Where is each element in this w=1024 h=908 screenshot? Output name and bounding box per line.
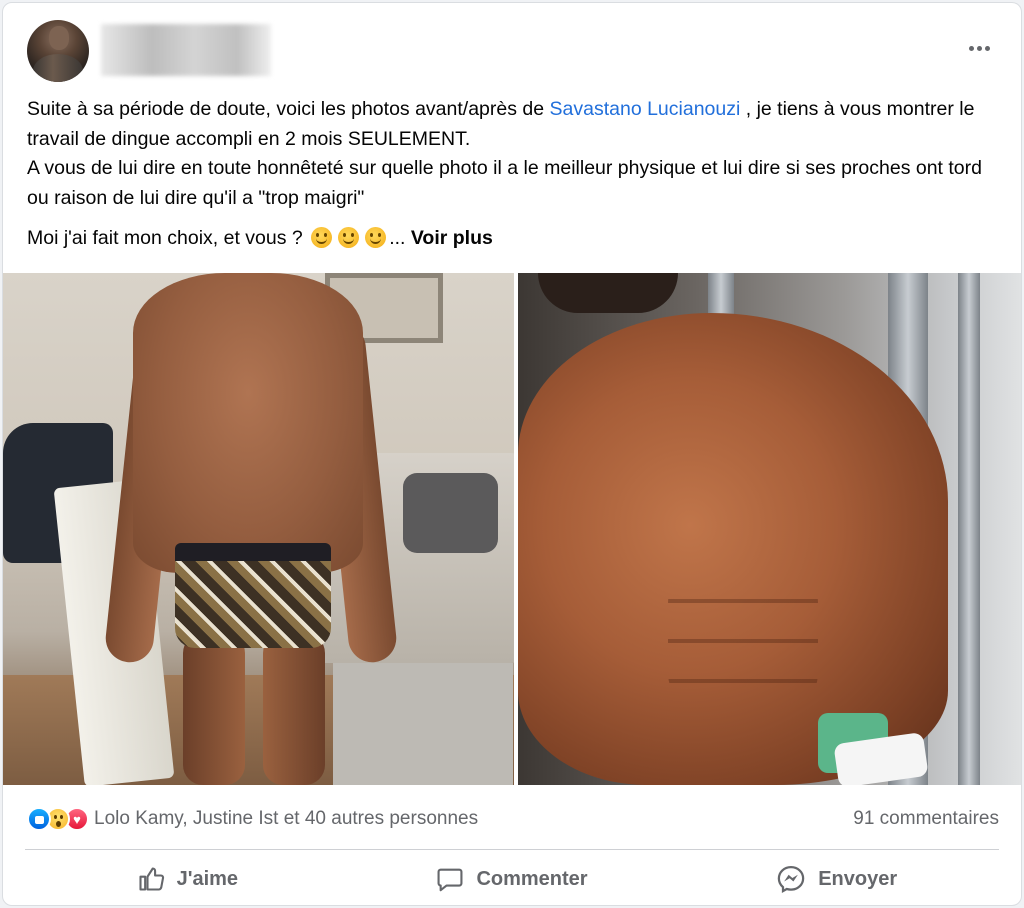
gym-bar xyxy=(958,273,980,785)
after-photo[interactable] xyxy=(518,273,1021,785)
beard xyxy=(538,273,678,313)
post-text-question: A vous de lui dire en toute honnêteté su… xyxy=(27,157,982,209)
avatar-shoulders xyxy=(33,54,83,82)
reactions-summary[interactable]: Lolo Kamy, Justine Ist et 40 autres pers… xyxy=(27,807,478,831)
action-bar: J'aime Commenter Envoyer xyxy=(25,855,999,903)
post-paragraph-1: Suite à sa période de doute, voici les p… xyxy=(27,95,999,213)
comments-count[interactable]: 91 commentaires xyxy=(853,808,999,830)
post-paragraph-2: Moi j'ai fait mon choix, et vous ? ... V… xyxy=(27,224,999,254)
more-dot-icon xyxy=(984,45,990,51)
post-text: Suite à sa période de doute, voici les p… xyxy=(27,95,999,254)
like-button[interactable]: J'aime xyxy=(25,855,350,903)
photo-grid xyxy=(3,273,1021,785)
post-card: Suite à sa période de doute, voici les p… xyxy=(2,2,1022,906)
abs xyxy=(668,563,818,713)
smile-emoji-icon xyxy=(311,227,333,248)
comment-button[interactable]: Commenter xyxy=(350,855,675,903)
smile-emoji-icon xyxy=(338,227,360,248)
avatar-head xyxy=(49,26,69,50)
reaction-icons xyxy=(27,807,89,831)
like-label: J'aime xyxy=(176,867,239,890)
more-options-button[interactable] xyxy=(961,30,997,66)
author-avatar[interactable] xyxy=(27,20,89,82)
smile-emoji-icon xyxy=(365,227,387,248)
messenger-icon xyxy=(777,865,805,894)
cushion xyxy=(403,473,498,553)
left-leg xyxy=(183,633,245,785)
author-name-blurred[interactable] xyxy=(101,24,271,76)
post-text-intro: Suite à sa période de doute, voici les p… xyxy=(27,98,550,120)
ellipsis: ... xyxy=(389,227,406,249)
divider xyxy=(25,849,999,850)
see-more-link[interactable]: Voir plus xyxy=(411,227,493,249)
reactions-text: Lolo Kamy, Justine Ist et 40 autres pers… xyxy=(94,808,479,829)
post-header xyxy=(27,20,997,82)
right-leg xyxy=(263,633,325,785)
comment-icon xyxy=(437,868,463,892)
torso xyxy=(133,273,363,573)
thumbs-up-icon xyxy=(139,867,164,891)
reactions-bar: Lolo Kamy, Justine Ist et 40 autres pers… xyxy=(27,799,999,839)
send-label: Envoyer xyxy=(818,867,898,890)
more-dot-icon xyxy=(976,45,982,51)
rug xyxy=(333,663,513,785)
more-dot-icon xyxy=(968,45,974,51)
before-photo[interactable] xyxy=(3,273,514,785)
send-button[interactable]: Envoyer xyxy=(674,855,999,903)
comment-label: Commenter xyxy=(476,867,588,890)
post-text-choice: Moi j'ai fait mon choix, et vous ? xyxy=(27,227,303,249)
mention-link[interactable]: Savastano Lucianouzi xyxy=(550,98,741,120)
boxer-shorts xyxy=(175,543,331,648)
like-icon xyxy=(27,807,51,831)
